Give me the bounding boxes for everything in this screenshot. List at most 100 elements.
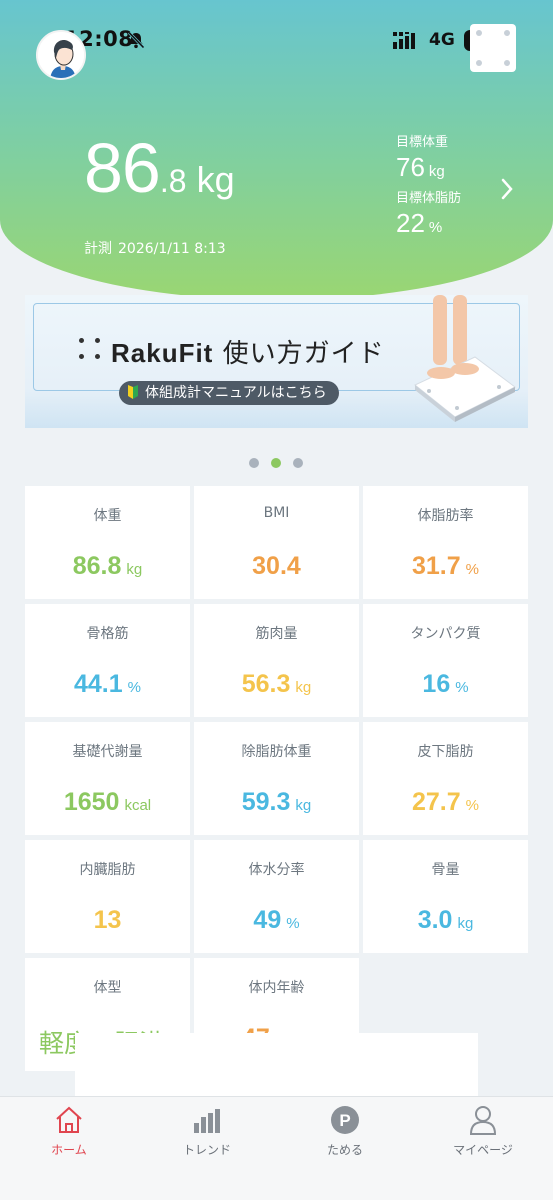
metric-card[interactable]: 骨量 3.0 kg <box>363 840 528 953</box>
svg-text:P: P <box>339 1111 350 1130</box>
metric-card[interactable]: タンパク質 16% <box>363 604 528 717</box>
metric-card[interactable]: 基礎代謝量 1650 kcal <box>25 722 190 835</box>
metric-unit: kg <box>457 915 474 932</box>
carousel-dots <box>249 453 315 472</box>
metric-number: 56.3 <box>241 670 291 698</box>
measured-label: 計測 <box>84 241 112 257</box>
metric-label: 除脂肪体重 <box>241 744 312 760</box>
metric-value: 30.4 <box>194 552 359 581</box>
metric-label: 骨格筋 <box>86 626 129 642</box>
metric-label: 体水分率 <box>248 862 305 878</box>
bar-chart-icon <box>194 1109 220 1133</box>
metric-label: 体内年齢 <box>248 980 305 996</box>
carousel-dot[interactable] <box>293 458 303 468</box>
tab-label: トレンド <box>182 1143 231 1157</box>
metric-value: 16% <box>363 670 528 699</box>
metric-card[interactable]: 筋肉量 56.3 kg <box>194 604 359 717</box>
metric-card[interactable]: 体脂肪率 31.7% <box>363 486 528 599</box>
metric-unit: kg <box>295 679 312 696</box>
metric-label: 基礎代謝量 <box>72 744 143 760</box>
metric-value: 13 <box>25 906 190 935</box>
metric-value: 31.7% <box>363 552 528 581</box>
weight-unit: kg <box>196 159 235 200</box>
metric-value: 27.7% <box>363 788 528 817</box>
metric-value: 86.8 kg <box>25 552 190 581</box>
scale-device-icon[interactable] <box>470 24 516 72</box>
network-type: 4G <box>429 30 455 50</box>
tab-mypage[interactable]: マイページ <box>414 1097 552 1167</box>
metric-unit: % <box>455 679 469 696</box>
target-fat-unit: % <box>428 219 443 236</box>
tab-home[interactable]: ホーム <box>0 1097 138 1167</box>
person-icon <box>469 1106 497 1135</box>
beginner-mark-icon <box>127 384 139 400</box>
metric-card[interactable]: 体重 86.8 kg <box>25 486 190 599</box>
metric-value: 56.3 kg <box>194 670 359 699</box>
metric-number: 86.8 <box>72 552 122 580</box>
metric-card[interactable]: 内臓脂肪 13 <box>25 840 190 953</box>
tab-label: マイページ <box>453 1143 513 1157</box>
guide-banner[interactable]: RakuFit 使い方ガイド 体組成計マニュアルはこちら <box>25 295 528 428</box>
metric-unit: % <box>286 915 300 932</box>
banner-title-text: 使い方ガイド <box>213 339 385 369</box>
chevron-right-icon[interactable] <box>500 178 514 204</box>
tab-trend[interactable]: トレンド <box>138 1097 276 1167</box>
metric-card[interactable]: 骨格筋 44.1% <box>25 604 190 717</box>
metric-unit: % <box>465 561 479 578</box>
target-weight-unit: kg <box>428 163 445 180</box>
target-weight: 76 kg <box>396 152 461 183</box>
metric-value: 49% <box>194 906 359 935</box>
metric-unit: % <box>465 797 479 814</box>
metric-number: 16 <box>422 670 451 698</box>
carousel-dot-active[interactable] <box>271 458 281 468</box>
metric-value: 44.1% <box>25 670 190 699</box>
metric-card[interactable]: BMI 30.4 <box>194 486 359 599</box>
metric-value: 59.3 kg <box>194 788 359 817</box>
metric-number: 31.7 <box>411 552 461 580</box>
metric-card[interactable]: 除脂肪体重 59.3 kg <box>194 722 359 835</box>
bell-muted-icon <box>126 30 146 50</box>
metric-number: 59.3 <box>241 788 291 816</box>
metric-number: 3.0 <box>417 906 453 934</box>
metric-number: 27.7 <box>411 788 461 816</box>
metric-unit: kg <box>295 797 312 814</box>
metric-card[interactable]: 皮下脂肪 27.7% <box>363 722 528 835</box>
tab-label: ホーム <box>51 1143 87 1157</box>
tab-points[interactable]: P ためる <box>276 1097 414 1167</box>
bottom-tab-bar: ホーム トレンド P ためる マイページ <box>0 1096 553 1200</box>
measured-timestamp: 2026/1/11 8:13 <box>118 241 226 257</box>
metric-label: タンパク質 <box>410 626 481 642</box>
metric-label: 皮下脂肪 <box>417 744 474 760</box>
metric-label: 筋肉量 <box>255 626 298 642</box>
measured-time: 計測 2026/1/11 8:13 <box>84 238 232 258</box>
metric-value: 3.0 kg <box>363 906 528 935</box>
metric-label: 体脂肪率 <box>417 508 474 524</box>
metric-label: 内臓脂肪 <box>79 862 136 878</box>
metric-label: BMI <box>263 505 290 521</box>
tab-label: ためる <box>326 1143 363 1157</box>
current-weight: 86.8 kg <box>84 128 235 208</box>
signal-icon <box>393 31 421 49</box>
rakufit-logo-icon <box>79 338 101 360</box>
manual-link[interactable]: 体組成計マニュアルはこちら <box>119 381 339 405</box>
metric-number: 44.1 <box>73 670 123 698</box>
metric-card[interactable]: 体水分率 49% <box>194 840 359 953</box>
metric-number: 49 <box>253 906 282 934</box>
banner-brand: RakuFit <box>111 338 214 368</box>
home-icon <box>56 1106 82 1133</box>
carousel-dot[interactable] <box>249 458 259 468</box>
metric-unit: kg <box>126 561 143 578</box>
metric-value: 1650 kcal <box>25 788 190 817</box>
target-fat-value: 22 <box>396 208 425 238</box>
metric-label: 骨量 <box>431 862 460 878</box>
banner-title: RakuFit 使い方ガイド <box>111 333 385 370</box>
metric-unit: % <box>127 679 141 696</box>
target-fat: 22% <box>396 208 461 239</box>
manual-link-label: 体組成計マニュアルはこちら <box>145 385 327 401</box>
avatar[interactable] <box>36 30 86 80</box>
weight-decimal: .8 <box>159 163 187 199</box>
metric-label: 体型 <box>93 980 122 996</box>
metric-number: 30.4 <box>252 552 301 580</box>
target-summary[interactable]: 目標体重 76 kg 目標体脂肪 22% <box>396 131 461 243</box>
target-weight-value: 76 <box>396 152 425 182</box>
